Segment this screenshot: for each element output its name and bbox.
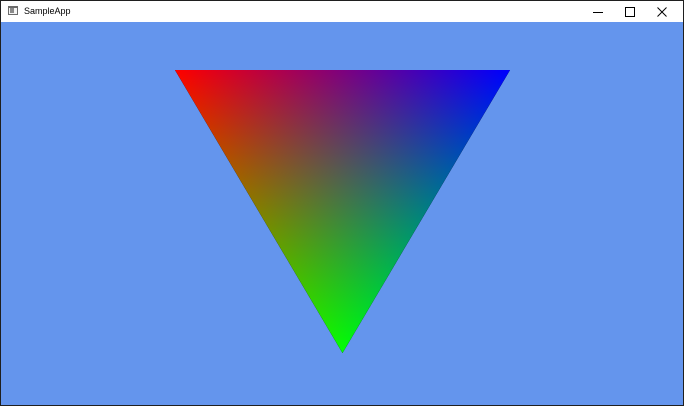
close-icon [657,6,667,17]
close-button[interactable] [646,1,678,22]
app-window: SampleApp [0,0,684,406]
triangle-canvas [175,70,510,353]
title-bar[interactable]: SampleApp [1,1,683,22]
maximize-button[interactable] [614,1,646,22]
rgb-triangle [175,70,510,353]
render-viewport[interactable] [1,22,683,405]
app-icon[interactable] [8,6,18,15]
minimize-button[interactable] [582,1,614,22]
window-title: SampleApp [24,6,71,16]
maximize-icon [625,6,635,17]
minimize-icon [593,11,603,13]
